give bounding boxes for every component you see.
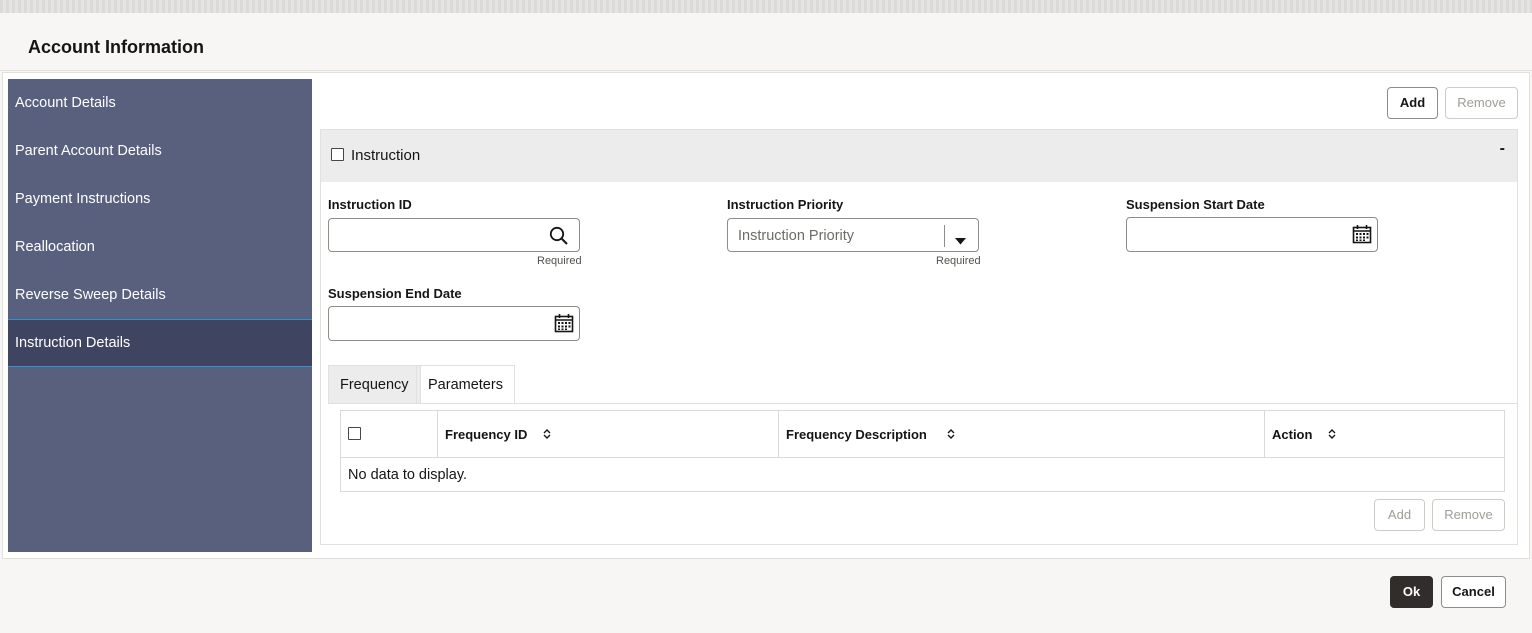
collapse-section-button[interactable]: -: [1500, 140, 1505, 158]
tab-underline: [328, 403, 1518, 404]
remove-instruction-button[interactable]: Remove: [1445, 87, 1518, 119]
instruction-id-input[interactable]: [328, 218, 580, 252]
select-all-checkbox[interactable]: [348, 427, 361, 440]
suspension-end-date-label: Suspension End Date: [328, 286, 462, 301]
select-divider: [944, 225, 945, 247]
instruction-priority-required-hint: Required: [936, 255, 981, 267]
cancel-button[interactable]: Cancel: [1441, 576, 1506, 608]
sort-icon[interactable]: [1328, 412, 1336, 459]
suspension-start-date-input[interactable]: [1126, 217, 1378, 252]
instruction-priority-select[interactable]: Instruction Priority: [727, 218, 979, 252]
sidebar: Account Details Parent Account Details P…: [8, 79, 312, 552]
page-header: Account Information: [0, 13, 1532, 71]
add-frequency-button[interactable]: Add: [1374, 499, 1425, 531]
tab-frequency[interactable]: Frequency: [328, 365, 421, 404]
sort-icon[interactable]: [947, 412, 955, 459]
instruction-section-header: Instruction -: [321, 130, 1517, 182]
action-header-label: Action: [1272, 427, 1313, 442]
instruction-id-label: Instruction ID: [328, 197, 412, 212]
column-header-action[interactable]: Action: [1265, 411, 1504, 458]
sidebar-item-instruction-details[interactable]: Instruction Details: [8, 319, 312, 367]
frequency-table: Frequency ID Frequency Description Actio…: [340, 410, 1505, 492]
remove-frequency-button[interactable]: Remove: [1432, 499, 1505, 531]
sidebar-item-reverse-sweep-details[interactable]: Reverse Sweep Details: [8, 271, 312, 319]
search-icon[interactable]: [549, 226, 569, 246]
page-title: Account Information: [28, 37, 204, 57]
table-header-row: Frequency ID Frequency Description Actio…: [341, 411, 1504, 458]
column-header-frequency-description[interactable]: Frequency Description: [779, 411, 1265, 458]
frequency-description-header-label: Frequency Description: [786, 427, 927, 442]
sort-icon[interactable]: [543, 412, 551, 459]
sidebar-item-reallocation[interactable]: Reallocation: [8, 223, 312, 271]
suspension-end-date-input[interactable]: [328, 306, 580, 341]
calendar-icon[interactable]: [1352, 224, 1372, 244]
sidebar-item-payment-instructions[interactable]: Payment Instructions: [8, 175, 312, 223]
calendar-icon[interactable]: [554, 313, 574, 333]
no-data-message: No data to display.: [348, 467, 468, 483]
tab-parameters[interactable]: Parameters: [416, 365, 515, 404]
instruction-id-required-hint: Required: [537, 255, 582, 267]
chevron-down-icon[interactable]: [955, 232, 966, 245]
select-all-cell: [341, 411, 438, 458]
suspension-start-date-label: Suspension Start Date: [1126, 197, 1265, 212]
add-instruction-button[interactable]: Add: [1387, 87, 1438, 119]
sidebar-item-account-details[interactable]: Account Details: [8, 79, 312, 127]
sidebar-item-parent-account-details[interactable]: Parent Account Details: [8, 127, 312, 175]
column-header-frequency-id[interactable]: Frequency ID: [438, 411, 779, 458]
ok-button[interactable]: Ok: [1390, 576, 1433, 608]
instruction-priority-placeholder: Instruction Priority: [738, 228, 855, 244]
top-strip: [0, 0, 1532, 13]
instruction-priority-label: Instruction Priority: [727, 197, 844, 212]
frequency-id-header-label: Frequency ID: [445, 427, 528, 442]
instruction-select-checkbox[interactable]: [331, 148, 344, 161]
instruction-section-title: Instruction: [351, 147, 421, 164]
